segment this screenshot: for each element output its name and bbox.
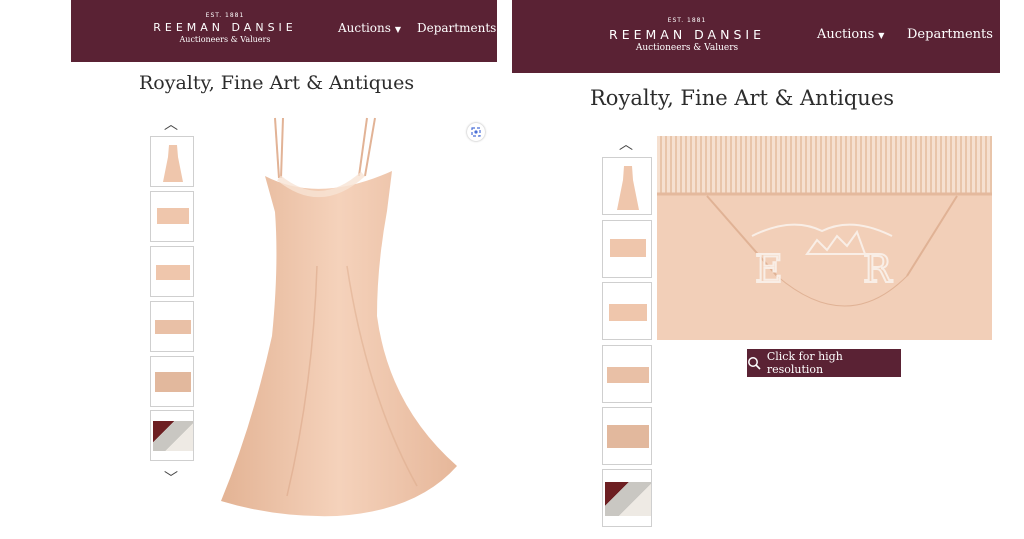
nav-departments-label: Departments <box>907 27 993 42</box>
thumbnail-1[interactable] <box>150 136 194 187</box>
chevron-down-icon[interactable]: ﹀ <box>164 472 178 486</box>
brand-logo[interactable]: EST. 1881 REEMAN DANSIE Auctioneers & Va… <box>598 17 776 53</box>
svg-text:R: R <box>863 247 893 291</box>
thumbnail-6[interactable] <box>602 469 652 527</box>
svg-text:E: E <box>755 247 783 291</box>
right-view: EST. 1881 REEMAN DANSIE Auctioneers & Va… <box>512 0 1000 539</box>
thumbnail-1[interactable] <box>602 157 652 215</box>
caret-down-icon: ▼ <box>394 25 402 34</box>
bodice-back-thumbnail-image <box>156 265 190 280</box>
page-title: Royalty, Fine Art & Antiques <box>139 72 415 94</box>
thumbnail-6[interactable] <box>150 410 194 461</box>
monogram-thumbnail-image <box>155 372 191 392</box>
thumbnail-5[interactable] <box>150 356 194 407</box>
nav-departments[interactable]: Departments <box>907 27 993 42</box>
nav-departments-label: Departments <box>417 21 497 35</box>
thumbnail-3[interactable] <box>150 246 194 297</box>
page-title: Royalty, Fine Art & Antiques <box>590 86 895 110</box>
nav-auctions-label: Auctions <box>817 27 875 42</box>
brand-tagline: Auctioneers & Valuers <box>635 43 739 53</box>
bodice-thumbnail-image <box>157 208 189 224</box>
zoom-icon <box>471 127 481 137</box>
bodice-thumbnail-image <box>610 239 646 257</box>
brand-name: REEMAN DANSIE <box>609 27 765 42</box>
brand-est: EST. 1881 <box>205 12 245 19</box>
left-view: EST. 1881 REEMAN DANSIE Auctioneers & Va… <box>71 0 497 539</box>
search-icon <box>748 357 761 370</box>
high-resolution-button[interactable]: Click for high resolution <box>747 349 901 377</box>
brand-tagline: Auctioneers & Valuers <box>179 35 271 44</box>
thumbnail-4[interactable] <box>150 301 194 352</box>
lace-thumbnail-image <box>155 320 191 334</box>
caret-down-icon: ▼ <box>878 31 885 40</box>
detail-main-image[interactable]: E R <box>657 136 992 340</box>
nav-departments[interactable]: Departments <box>417 21 496 35</box>
label-thumbnail-image <box>153 421 193 451</box>
zoom-button[interactable] <box>467 123 485 141</box>
monogram-image: E R <box>657 192 992 307</box>
nav-auctions[interactable]: Auctions ▼ <box>338 21 401 35</box>
thumbnail-4[interactable] <box>602 345 652 403</box>
monogram-thumbnail-image <box>607 425 649 448</box>
thumbnail-2[interactable] <box>150 191 194 242</box>
thumbnail-3[interactable] <box>602 282 652 340</box>
label-thumbnail-image <box>605 482 651 516</box>
dress-thumbnail-image <box>617 166 639 210</box>
site-header: EST. 1881 REEMAN DANSIE Auctioneers & Va… <box>512 0 1000 73</box>
thumbnail-5[interactable] <box>602 407 652 465</box>
brand-logo[interactable]: EST. 1881 REEMAN DANSIE Auctioneers & Va… <box>149 12 301 44</box>
nav-auctions-label: Auctions <box>338 21 391 35</box>
lace-thumbnail-image <box>607 367 649 383</box>
nav-auctions[interactable]: Auctions ▼ <box>817 27 884 42</box>
dress-main-image[interactable] <box>217 116 463 524</box>
brand-name: REEMAN DANSIE <box>153 21 297 34</box>
bodice-back-thumbnail-image <box>609 304 647 321</box>
chevron-up-icon[interactable]: ︿ <box>164 118 178 132</box>
site-header: EST. 1881 REEMAN DANSIE Auctioneers & Va… <box>71 0 497 62</box>
brand-est: EST. 1881 <box>667 17 707 24</box>
dress-thumbnail-image <box>163 145 183 182</box>
chevron-up-icon[interactable]: ︿ <box>619 138 633 152</box>
thumbnail-2[interactable] <box>602 220 652 278</box>
high-resolution-label: Click for high resolution <box>766 350 843 376</box>
